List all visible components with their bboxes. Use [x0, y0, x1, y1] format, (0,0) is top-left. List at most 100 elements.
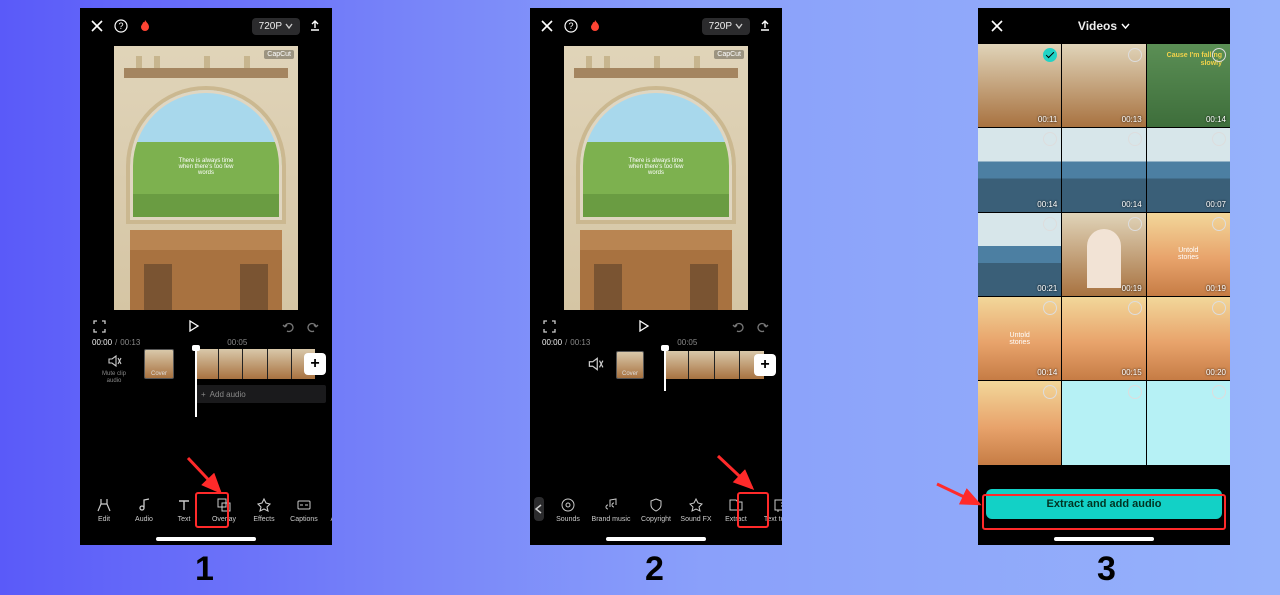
add-clip-button[interactable]: + [754, 354, 776, 376]
video-thumbnail[interactable]: 00:14 [978, 128, 1061, 211]
timeline[interactable]: Cover + [530, 347, 782, 391]
flame-icon[interactable] [586, 17, 604, 35]
duration-label: 00:13 [1122, 115, 1142, 124]
ruler-time: 00:05 [227, 338, 247, 347]
export-icon[interactable] [306, 17, 324, 35]
select-indicator-icon[interactable] [1128, 301, 1142, 315]
home-indicator [1054, 537, 1154, 541]
play-icon[interactable] [634, 317, 652, 335]
duration-label: 00:14 [1122, 200, 1142, 209]
screen-3: Videos 00:11 00:13 Cause I'm falling slowl… [978, 8, 1230, 545]
current-time: 00:00 [92, 338, 112, 347]
preview-caption: There is always timewhen there's too few… [156, 158, 256, 176]
video-clip[interactable] [195, 349, 315, 379]
screen-2: ? 720P There is always timewhen there's … [530, 8, 782, 545]
svg-text:?: ? [118, 21, 123, 31]
video-thumbnail[interactable]: 00:07 [1147, 128, 1230, 211]
step-label-1: 1 [195, 550, 214, 589]
play-icon[interactable] [184, 317, 202, 335]
select-indicator-icon[interactable] [1128, 217, 1142, 231]
fullscreen-icon[interactable] [540, 317, 558, 335]
duration-label: 00:20 [1206, 368, 1226, 377]
watermark-label: CapCut [264, 50, 294, 59]
tool-captions[interactable]: Captions [284, 496, 324, 523]
main-toolbar: Edit Audio Text Overlay Effects Captions… [80, 487, 332, 531]
svg-text:?: ? [568, 21, 573, 31]
tool-brand-music[interactable]: Brand music [586, 496, 636, 523]
video-thumbnail[interactable]: 00:11 [978, 44, 1061, 127]
flame-icon[interactable] [136, 17, 154, 35]
extract-add-audio-button[interactable]: Extract and add audio [986, 489, 1222, 519]
back-button[interactable] [534, 497, 544, 521]
tool-edit[interactable]: Edit [84, 496, 124, 523]
resolution-selector[interactable]: 720P [252, 18, 300, 35]
resolution-label: 720P [259, 21, 282, 32]
transport-bar [80, 314, 332, 338]
cover-thumb[interactable]: Cover [616, 351, 644, 379]
editor-topbar: ? 720P [530, 8, 782, 44]
select-indicator-icon[interactable] [1212, 48, 1226, 62]
tool-sound-fx[interactable]: Sound FX [676, 496, 716, 523]
redo-icon[interactable] [754, 317, 772, 335]
tool-text-to-audio[interactable]: Text to aud [756, 496, 782, 523]
transport-bar [530, 314, 782, 338]
video-thumbnail[interactable]: 00:15 [1062, 297, 1145, 380]
help-icon[interactable]: ? [112, 17, 130, 35]
redo-icon[interactable] [304, 317, 322, 335]
video-thumbnail[interactable]: Untold stories00:19 [1147, 213, 1230, 296]
video-thumbnail[interactable]: 00:14 [1062, 128, 1145, 211]
mute-clip-audio-button[interactable] [586, 355, 604, 373]
select-indicator-icon[interactable] [1128, 385, 1142, 399]
resolution-selector[interactable]: 720P [702, 18, 750, 35]
close-icon[interactable] [88, 17, 106, 35]
video-thumbnail[interactable]: 00:21 [978, 213, 1061, 296]
tool-sounds[interactable]: Sounds [550, 496, 586, 523]
playhead[interactable] [664, 347, 666, 391]
playhead[interactable] [195, 347, 197, 417]
duration-label: 00:15 [1122, 368, 1142, 377]
duration-label: 00:19 [1206, 284, 1226, 293]
select-indicator-icon[interactable] [1128, 48, 1142, 62]
video-thumbnail[interactable]: Untold stories00:14 [978, 297, 1061, 380]
fullscreen-icon[interactable] [90, 317, 108, 335]
home-indicator [606, 537, 706, 541]
video-thumbnail[interactable] [978, 381, 1061, 464]
picker-title-selector[interactable]: Videos [1078, 19, 1130, 33]
total-time: 00:13 [120, 338, 140, 347]
undo-icon[interactable] [728, 317, 746, 335]
close-icon[interactable] [988, 17, 1006, 35]
tool-effects[interactable]: Effects [244, 496, 284, 523]
screen-1: ? 720P There is always timewhen there's … [80, 8, 332, 545]
tool-audio[interactable]: Audio [124, 496, 164, 523]
close-icon[interactable] [538, 17, 556, 35]
duration-label: 00:14 [1206, 115, 1226, 124]
mute-clip-audio-button[interactable]: Mute clipaudio [90, 353, 138, 384]
help-icon[interactable]: ? [562, 17, 580, 35]
export-icon[interactable] [756, 17, 774, 35]
add-clip-button[interactable]: + [304, 353, 326, 375]
cover-thumb[interactable]: Cover [144, 349, 174, 379]
video-gallery[interactable]: 00:1100:13Cause I'm falling slowly00:140… [978, 44, 1230, 465]
select-indicator-icon[interactable] [1212, 301, 1226, 315]
tool-aspect-ratio[interactable]: Aspect ratio [324, 496, 332, 523]
video-thumbnail[interactable] [1147, 381, 1230, 464]
select-indicator-icon[interactable] [1043, 217, 1057, 231]
video-thumbnail[interactable]: 00:13 [1062, 44, 1145, 127]
video-clip[interactable] [664, 351, 764, 379]
select-indicator-icon[interactable] [1212, 217, 1226, 231]
undo-icon[interactable] [278, 317, 296, 335]
video-thumbnail[interactable]: 00:20 [1147, 297, 1230, 380]
video-thumbnail[interactable] [1062, 381, 1145, 464]
tool-extract[interactable]: Extract [716, 496, 756, 523]
tool-overlay[interactable]: Overlay [204, 496, 244, 523]
tool-copyright[interactable]: Copyright [636, 496, 676, 523]
timeline[interactable]: Mute clipaudio Cover + +Add audio [80, 347, 332, 417]
time-readout: 00:00 / 00:13 00:05 [80, 338, 332, 347]
tool-text[interactable]: Text [164, 496, 204, 523]
video-thumbnail[interactable]: Cause I'm falling slowly00:14 [1147, 44, 1230, 127]
duration-label: 00:14 [1037, 368, 1057, 377]
audio-toolbar: Sounds Brand music Copyright Sound FX Ex… [530, 487, 782, 531]
video-thumbnail[interactable]: 00:19 [1062, 213, 1145, 296]
add-audio-track[interactable]: +Add audio [195, 385, 326, 403]
select-indicator-icon[interactable] [1128, 132, 1142, 146]
